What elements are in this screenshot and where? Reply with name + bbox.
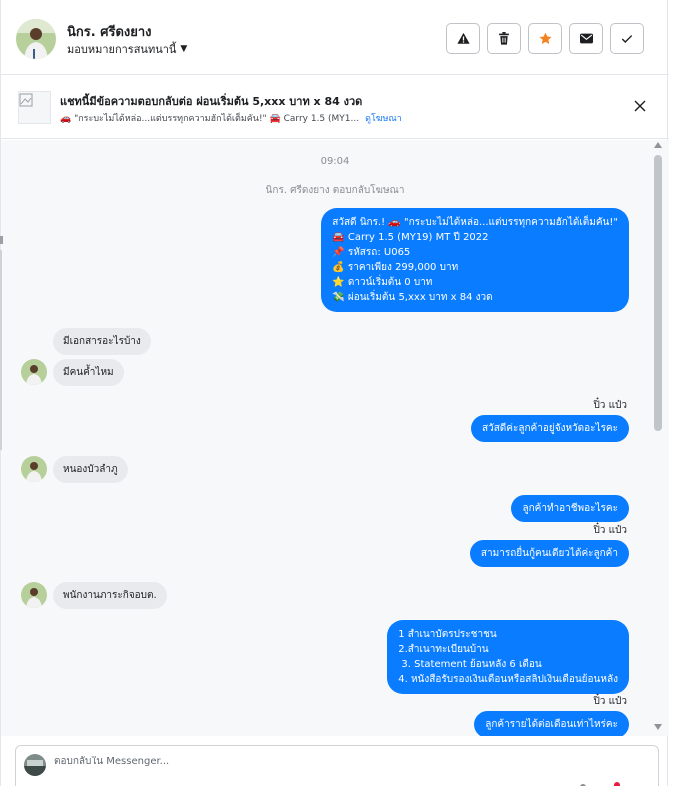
incoming-message: หนองบัวลำภู <box>53 456 128 483</box>
delete-button[interactable] <box>487 23 521 54</box>
trash-icon <box>499 32 509 45</box>
incoming-message: พนักงานภาระกิจอบต. <box>53 582 167 609</box>
mark-done-button[interactable] <box>610 23 644 54</box>
outgoing-message: ลูกค้ารายได้ต่อเดือนเท่าไหร่คะ <box>474 711 629 736</box>
page-avatar <box>24 754 46 776</box>
scrollbar-thumb[interactable] <box>654 155 662 431</box>
ad-subtitle-row: 🚗 "กระบะไม่ได้หล่อ...แต่บรรทุกความฮักได้… <box>60 111 402 125</box>
reply-composer <box>15 745 659 786</box>
scroll-down-arrow[interactable] <box>654 724 662 730</box>
ad-context-bar: แชทนี้มีข้อความตอบกลับต่อ ผ่อนเริ่มต้น 5… <box>1 75 669 139</box>
conversation-panel: นิกร. ศรีดงยาง มอบหมายการสนทนานี้ ▼ แชทน… <box>0 0 669 786</box>
message-line: 💸 ผ่อนเริ่มต้น 5,xxx บาท x 84 งวด <box>332 292 493 303</box>
star-icon <box>538 32 552 45</box>
ad-auto-message: สวัสดี นิกร.! 🚗 "กระบะไม่ได้หล่อ...แต่บร… <box>321 208 629 312</box>
message-line: 1 สำเนาบัตรประชาชน <box>398 629 497 640</box>
outgoing-message: สามารถยื่นกู้คนเดียวได้ค่ะลูกค้า <box>469 540 629 567</box>
message-timestamp: 09:04 <box>320 156 350 167</box>
ad-reply-notice: นิกร. ศรีดงยาง ตอบกลับโฆษณา <box>265 185 405 196</box>
scroll-up-arrow[interactable] <box>654 142 662 148</box>
message-line: 💰 ราคาเพียง 299,000 บาท <box>332 262 459 273</box>
message-line: 📌 รหัสรถ: U065 <box>332 247 411 258</box>
assign-conversation-dropdown[interactable]: มอบหมายการสนทนานี้ ▼ <box>67 40 187 58</box>
message-line: 🚘 Carry 1.5 (MY19) MT ปี 2022 <box>332 232 489 243</box>
ad-thumbnail[interactable] <box>18 91 51 124</box>
contact-avatar-small <box>21 456 47 482</box>
message-line: สวัสดี นิกร.! 🚗 "กระบะไม่ได้หล่อ...แต่บร… <box>332 217 618 228</box>
outgoing-message-documents: 1 สำเนาบัตรประชาชน 2.สำเนาทะเบียนบ้าน 3.… <box>387 620 629 694</box>
message-line: 2.สำเนาทะเบียนบ้าน <box>398 644 489 655</box>
contact-name: นิกร. ศรีดงยาง <box>67 25 152 40</box>
ad-subtitle: 🚗 "กระบะไม่ได้หล่อ...แต่บรรทุกความฮักได้… <box>60 114 360 124</box>
caret-down-icon: ▼ <box>180 44 188 54</box>
envelope-icon <box>579 33 593 44</box>
header-actions <box>446 23 644 54</box>
outgoing-message: สวัสดีค่ะลูกค้าอยู่จังหวัดอะไรคะ <box>470 415 629 442</box>
reply-input[interactable] <box>54 756 614 767</box>
sender-name: ปิ๋ว แป๋ว <box>593 400 627 411</box>
incoming-message: มีคนค้ำไหม <box>53 359 124 386</box>
ad-title: แชทนี้มีข้อความตอบกลับต่อ ผ่อนเริ่มต้น 5… <box>60 95 363 108</box>
contact-avatar-small <box>21 582 47 608</box>
outgoing-message: ลูกค้าทำอาชีพอะไรคะ <box>511 495 629 522</box>
resize-handle-marker <box>0 236 3 244</box>
resize-handle[interactable] <box>0 250 2 450</box>
warning-icon <box>456 32 470 44</box>
close-ad-bar-button[interactable] <box>633 98 647 112</box>
contact-avatar[interactable] <box>16 19 56 59</box>
mark-unread-button[interactable] <box>569 23 603 54</box>
message-line: 4. หนังสือรับรองเงินเดือนหรือสลิปเงินเดื… <box>398 674 618 685</box>
conversation-header: นิกร. ศรีดงยาง มอบหมายการสนทนานี้ ▼ <box>1 0 669 75</box>
message-line: ⭐ ดาวน์เริ่มต้น 0 บาท <box>332 277 433 288</box>
star-button[interactable] <box>528 23 562 54</box>
contact-avatar-small <box>21 359 47 385</box>
mark-spam-button[interactable] <box>446 23 480 54</box>
broken-image-icon <box>19 93 33 107</box>
sender-name: ปิ๋ว แป๋ว <box>593 525 627 536</box>
incoming-message: มีเอกสารอะไรบ้าง <box>53 328 151 355</box>
message-line: 3. Statement ย้อนหลัง 6 เดือน <box>398 659 542 670</box>
composer-indicator-red <box>614 782 620 786</box>
close-icon <box>634 100 646 112</box>
sender-name: ปิ๋ว แป๋ว <box>593 696 627 707</box>
check-icon <box>621 34 633 43</box>
assign-label: มอบหมายการสนทนานี้ <box>67 43 177 56</box>
message-thread[interactable]: 09:04 นิกร. ศรีดงยาง ตอบกลับโฆษณา สวัสดี… <box>1 140 669 736</box>
view-ad-link[interactable]: ดูโฆษณา <box>365 111 402 125</box>
